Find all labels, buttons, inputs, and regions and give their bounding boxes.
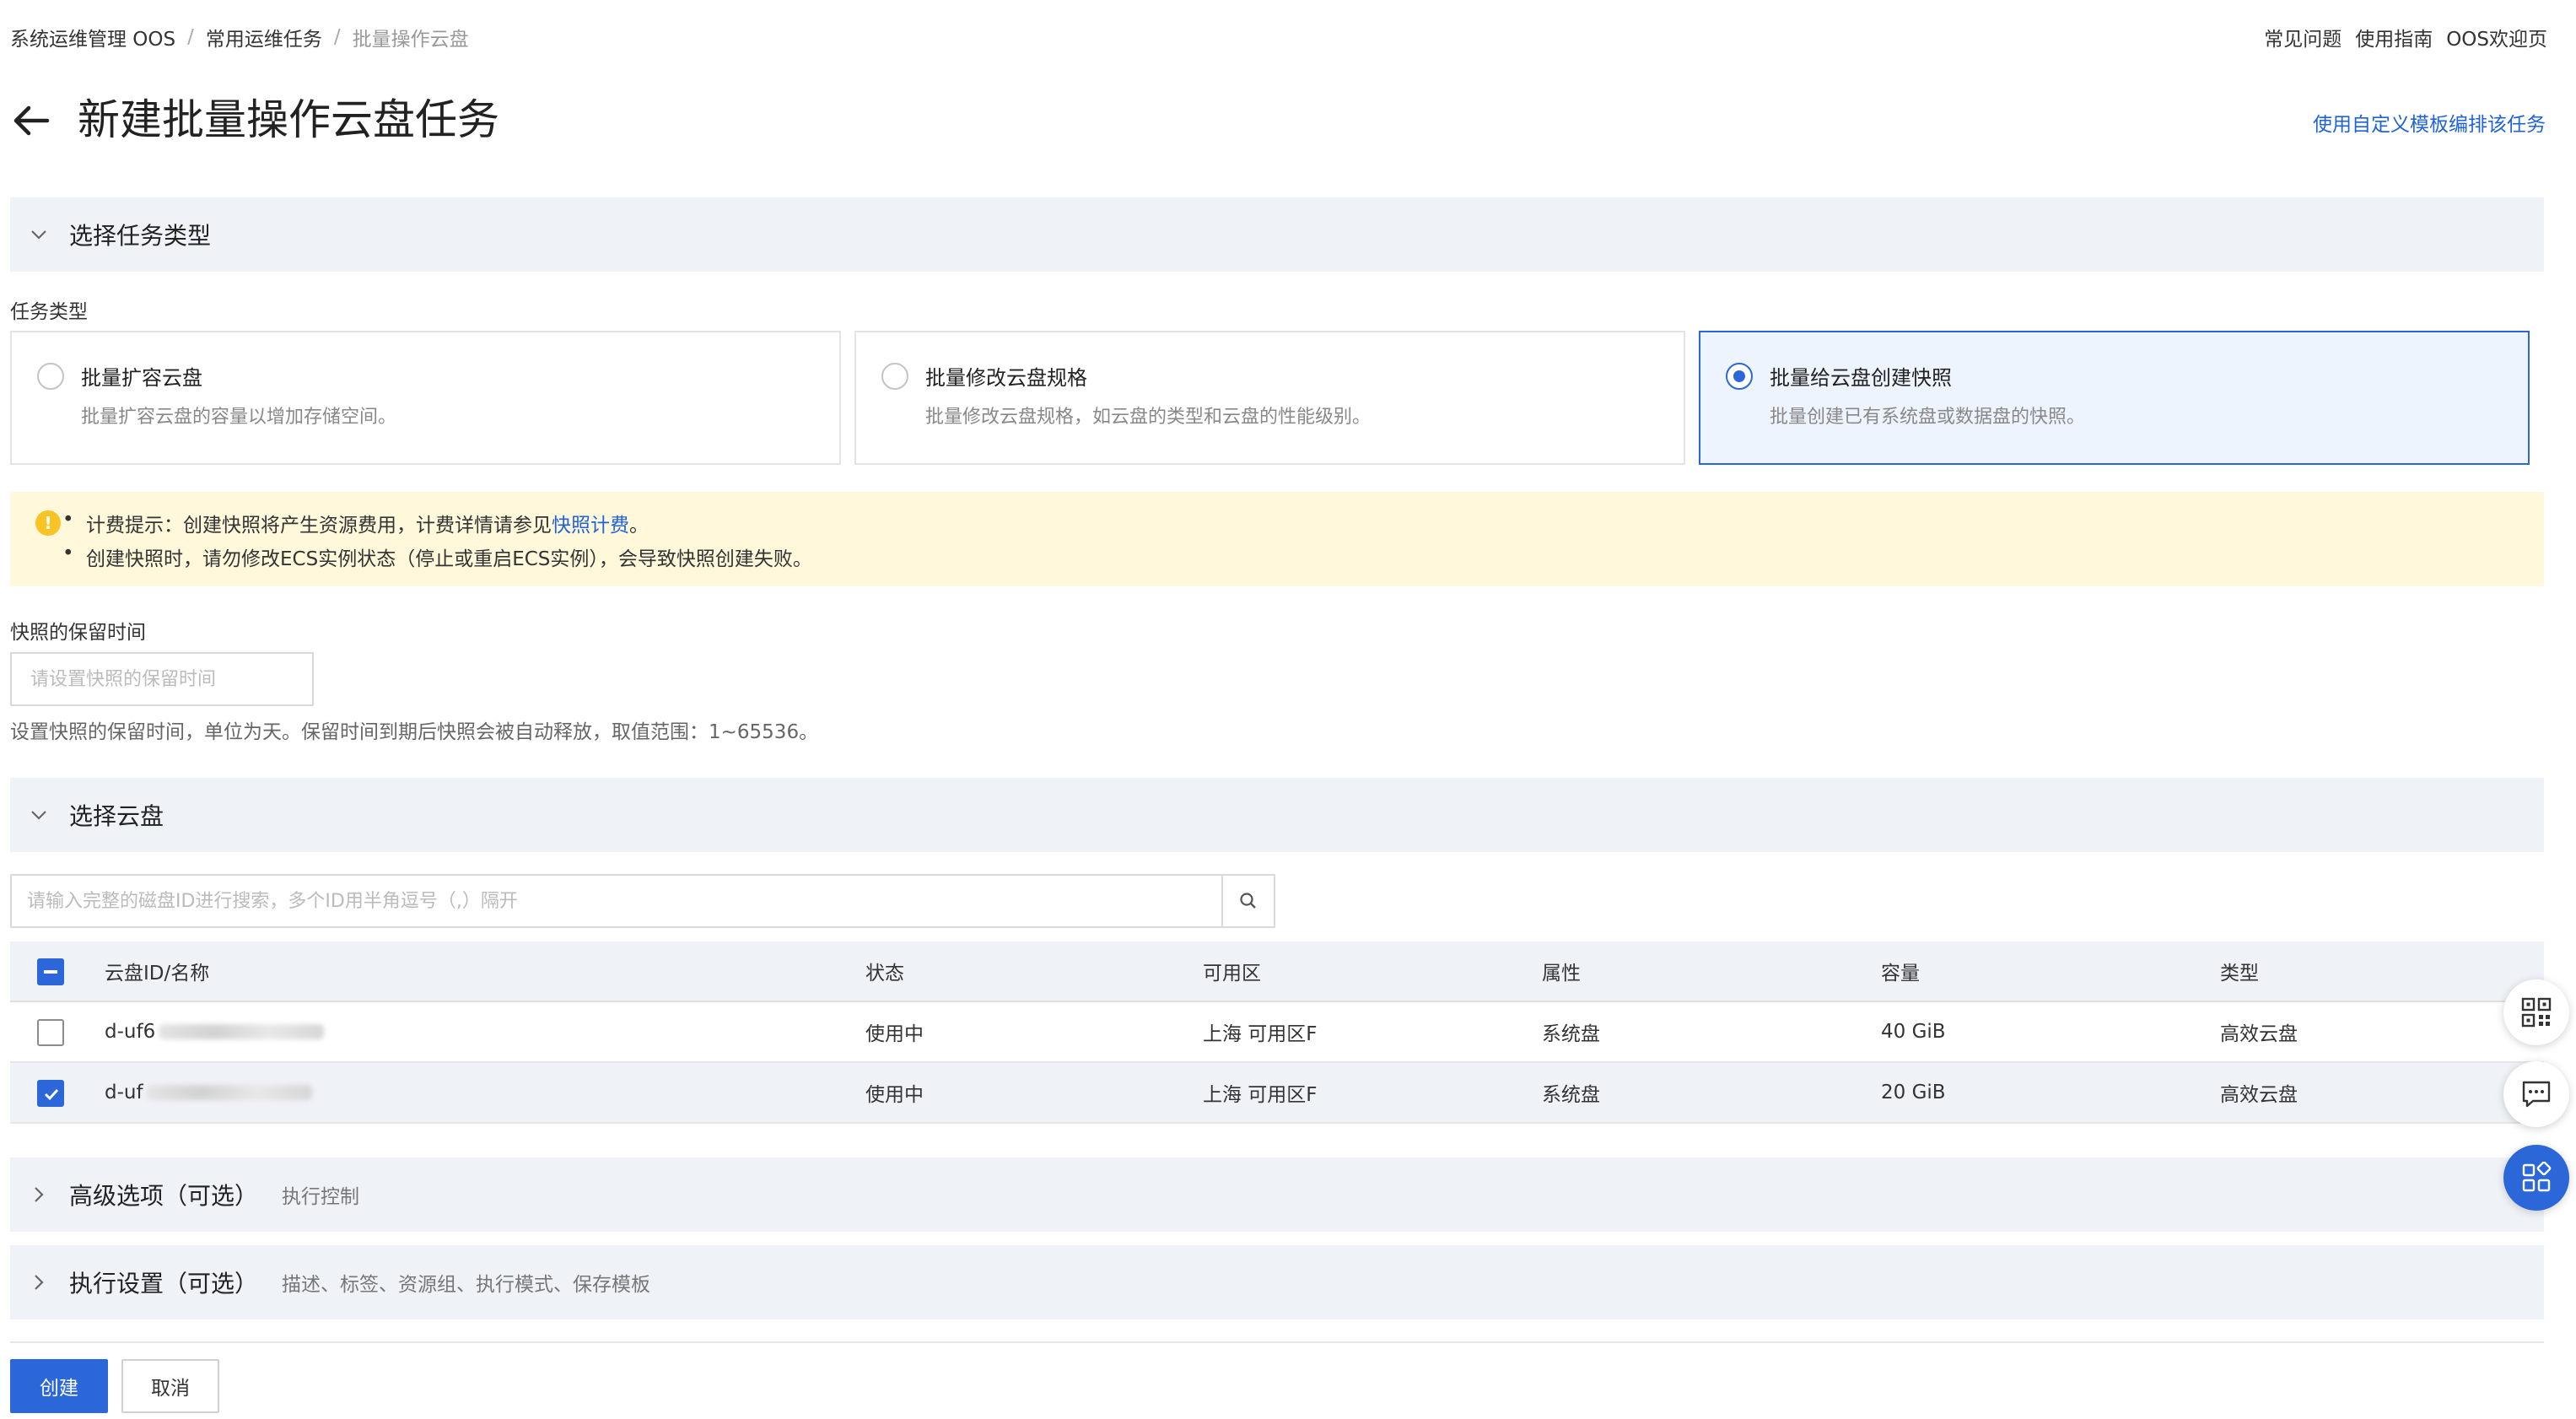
chevron-right-icon (29, 1184, 49, 1205)
notice-line-billing: 计费提示：创建快照将产生资源费用，计费详情请参见快照计费。 (62, 509, 649, 537)
notice-line-warning: 创建快照时，请勿修改ECS实例状态（停止或重启ECS实例），会导致快照创建失败。 (62, 542, 812, 571)
custom-template-link[interactable]: 使用自定义模板编排该任务 (2313, 108, 2546, 137)
apps-icon (2522, 1162, 2552, 1192)
col-header-size[interactable]: 容量 (1881, 942, 1920, 1001)
radio-button-selected[interactable] (1726, 363, 1753, 390)
disk-attr: 系统盘 (1542, 1023, 1600, 1045)
disk-id-text: d-uf6 (105, 1021, 156, 1043)
chevron-down-icon (29, 805, 49, 825)
warning-icon: ! (35, 510, 61, 536)
section-title: 选择任务类型 (69, 222, 212, 250)
table-row[interactable]: d-uf6 使用中 上海 可用区F 系统盘 40 GiB 高效云盘 (10, 1002, 2544, 1063)
row-checkbox[interactable] (37, 1019, 64, 1046)
retention-help: 设置快照的保留时间，单位为天。保留时间到期后快照会被自动释放，取值范围：1~65… (10, 721, 819, 743)
disk-search-input[interactable] (12, 876, 1221, 926)
page-title: 新建批量操作云盘任务 (78, 95, 499, 144)
disk-id-text: d-uf (105, 1082, 143, 1103)
disk-id[interactable]: d-uf (105, 1063, 312, 1122)
card-desc: 批量修改云盘规格，如云盘的类型和云盘的性能级别。 (925, 407, 1372, 428)
select-all-checkbox[interactable] (37, 958, 64, 985)
guide-link[interactable]: 使用指南 (2355, 23, 2433, 51)
qr-code-button[interactable] (2503, 979, 2569, 1045)
create-button[interactable]: 创建 (10, 1359, 108, 1413)
col-header-attr[interactable]: 属性 (1542, 942, 1581, 1001)
col-header-type[interactable]: 类型 (2220, 942, 2259, 1001)
breadcrumb-item-current: 批量操作云盘 (352, 29, 469, 51)
chevron-right-icon (29, 1272, 49, 1292)
breadcrumb-separator: / (333, 26, 341, 48)
check-icon (44, 1088, 59, 1101)
section-task-type-header[interactable]: 选择任务类型 (10, 197, 2544, 272)
section-subtitle: 执行控制 (282, 1186, 360, 1208)
footer-divider (10, 1341, 2544, 1343)
section-exec-header[interactable]: 执行设置（可选） 描述、标签、资源组、执行模式、保存模板 (10, 1245, 2544, 1319)
disk-zone: 上海 可用区F (1203, 1023, 1318, 1045)
retention-input[interactable] (10, 652, 314, 706)
breadcrumb: 系统运维管理 OOS / 常用运维任务 / 批量操作云盘 (10, 24, 469, 51)
disk-type: 高效云盘 (2220, 1023, 2298, 1045)
disk-status: 使用中 (865, 1084, 924, 1106)
disk-status: 使用中 (865, 1023, 924, 1045)
breadcrumb-separator: / (187, 26, 194, 48)
breadcrumb-item-common-tasks[interactable]: 常用运维任务 (206, 23, 322, 51)
task-card-resize[interactable]: 批量扩容云盘 批量扩容云盘的容量以增加存储空间。 (10, 331, 841, 465)
billing-notice: ! 计费提示：创建快照将产生资源费用，计费详情请参见快照计费。 创建快照时，请勿… (10, 492, 2544, 586)
breadcrumb-item-oos[interactable]: 系统运维管理 OOS (10, 23, 175, 51)
search-button[interactable] (1221, 876, 1274, 926)
card-desc: 批量扩容云盘的容量以增加存储空间。 (81, 407, 397, 428)
faq-link[interactable]: 常见问题 (2264, 23, 2342, 51)
table-row[interactable]: d-uf 使用中 上海 可用区F 系统盘 20 GiB 高效云盘 (10, 1063, 2544, 1124)
chat-button[interactable] (2503, 1061, 2569, 1127)
disk-type: 高效云盘 (2220, 1084, 2298, 1106)
disk-id[interactable]: d-uf6 (105, 1002, 325, 1061)
task-card-modify-spec[interactable]: 批量修改云盘规格 批量修改云盘规格，如云盘的类型和云盘的性能级别。 (854, 331, 1685, 465)
section-advanced-header[interactable]: 高级选项（可选） 执行控制 (10, 1157, 2544, 1232)
section-subtitle: 描述、标签、资源组、执行模式、保存模板 (282, 1274, 651, 1296)
col-header-zone[interactable]: 可用区 (1203, 942, 1261, 1001)
disk-size: 40 GiB (1881, 1021, 1946, 1043)
section-title: 高级选项（可选） (69, 1182, 259, 1210)
disk-search (10, 874, 1275, 928)
qr-code-icon (2521, 997, 2552, 1028)
disk-table: 云盘ID/名称 状态 可用区 属性 容量 类型 d-uf6 使用中 上海 可用区… (10, 942, 2544, 1124)
disk-zone: 上海 可用区F (1203, 1084, 1318, 1106)
table-header-row: 云盘ID/名称 状态 可用区 属性 容量 类型 (10, 942, 2544, 1002)
card-desc: 批量创建已有系统盘或数据盘的快照。 (1770, 407, 2086, 428)
top-links: 常见问题 使用指南 OOS欢迎页 (2264, 24, 2547, 51)
retention-label: 快照的保留时间 (10, 622, 146, 644)
notice-text: 计费提示：创建快照将产生资源费用，计费详情请参见 (86, 515, 552, 537)
back-arrow-icon[interactable] (10, 100, 52, 142)
row-checkbox-checked[interactable] (37, 1080, 64, 1107)
section-disks-header[interactable]: 选择云盘 (10, 778, 2544, 852)
card-title: 批量修改云盘规格 (925, 366, 1087, 390)
section-title: 执行设置（可选） (69, 1270, 259, 1298)
radio-button[interactable] (37, 363, 64, 390)
search-icon (1240, 893, 1256, 909)
welcome-link[interactable]: OOS欢迎页 (2446, 23, 2547, 51)
card-title: 批量扩容云盘 (81, 366, 202, 390)
apps-button[interactable] (2503, 1145, 2569, 1211)
cancel-button[interactable]: 取消 (121, 1359, 219, 1413)
disk-size: 20 GiB (1881, 1082, 1946, 1103)
col-header-status[interactable]: 状态 (865, 942, 904, 1001)
redacted-text (159, 1024, 325, 1039)
redacted-text (146, 1085, 312, 1100)
task-card-snapshot[interactable]: 批量给云盘创建快照 批量创建已有系统盘或数据盘的快照。 (1699, 331, 2530, 465)
chat-icon (2522, 1081, 2551, 1108)
card-title: 批量给云盘创建快照 (1770, 366, 1952, 390)
notice-text: 。 (629, 515, 649, 537)
task-type-label: 任务类型 (10, 301, 88, 323)
col-header-id[interactable]: 云盘ID/名称 (105, 942, 209, 1001)
disk-attr: 系统盘 (1542, 1084, 1600, 1106)
snapshot-billing-link[interactable]: 快照计费 (552, 515, 629, 537)
radio-button[interactable] (881, 363, 908, 390)
section-title: 选择云盘 (69, 802, 164, 830)
chevron-down-icon (29, 224, 49, 245)
